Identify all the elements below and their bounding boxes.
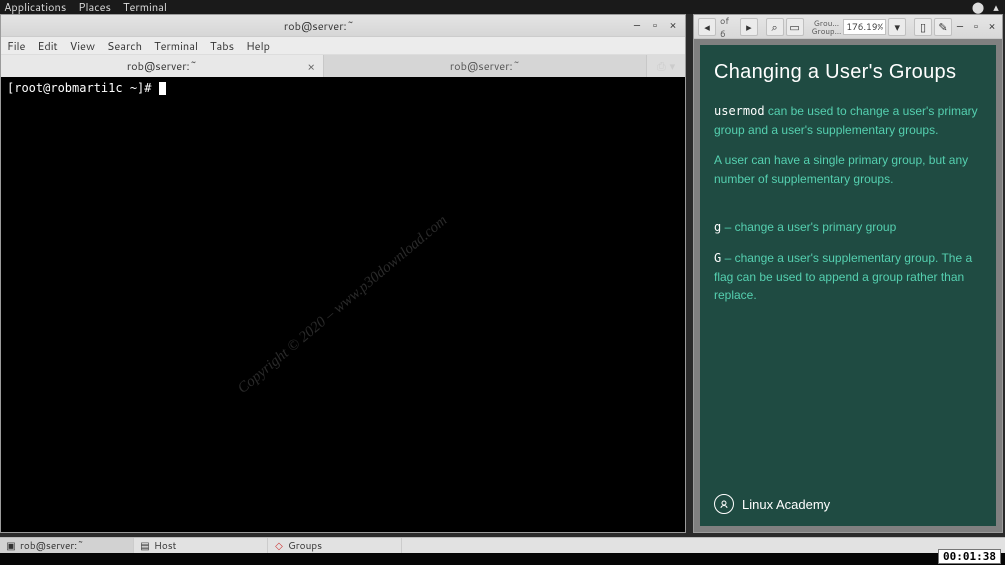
terminal-tab-2-label: rob@server:~ bbox=[450, 58, 520, 74]
taskbar-item-label: Groups bbox=[288, 539, 322, 553]
slide-paragraph-2: A user can have a single primary group, … bbox=[714, 151, 982, 188]
slide-paragraph-3: g – change a user's primary group bbox=[714, 218, 982, 237]
terminal-tab-2[interactable]: rob@server:~ bbox=[324, 55, 647, 77]
slide-paragraph-4: G – change a user's supplementary group.… bbox=[714, 249, 982, 305]
pdf-close-button[interactable]: × bbox=[986, 21, 998, 33]
zoom-dropdown[interactable]: ▾ bbox=[888, 18, 906, 36]
prompt-text: [root@robmarti1c ~]# bbox=[7, 81, 159, 95]
document-label: Grou… Group… bbox=[811, 19, 841, 35]
terminal-menubar: File Edit View Search Terminal Tabs Help bbox=[1, 37, 685, 55]
properties-button[interactable]: ▯ bbox=[914, 18, 932, 36]
places-menu[interactable]: Places bbox=[78, 0, 111, 15]
menu-help[interactable]: Help bbox=[246, 38, 270, 54]
cursor bbox=[159, 82, 166, 95]
maximize-button[interactable]: ▫ bbox=[649, 20, 661, 32]
applications-menu[interactable]: Applications bbox=[4, 0, 66, 15]
zoom-out-button[interactable]: ▭ bbox=[786, 18, 804, 36]
menu-terminal[interactable]: Terminal bbox=[154, 38, 198, 54]
terminal-launcher[interactable]: Terminal bbox=[123, 0, 167, 15]
printer-icon: ⎙ bbox=[657, 58, 666, 74]
desktop-area: rob@server:~ – ▫ × File Edit View Search… bbox=[0, 14, 1005, 537]
close-button[interactable]: × bbox=[667, 20, 679, 32]
video-control-strip bbox=[0, 553, 1005, 565]
menu-view[interactable]: View bbox=[70, 38, 95, 54]
nav-first-button[interactable]: ◂ bbox=[698, 18, 716, 36]
minimize-button[interactable]: – bbox=[631, 20, 643, 32]
slide-title: Changing a User's Groups bbox=[714, 61, 982, 84]
edit-button[interactable]: ✎ bbox=[934, 18, 952, 36]
close-icon[interactable]: × bbox=[307, 58, 315, 75]
terminal-window: rob@server:~ – ▫ × File Edit View Search… bbox=[0, 14, 686, 533]
menu-search[interactable]: Search bbox=[107, 38, 142, 54]
prompt-line: [root@robmarti1c ~]# bbox=[7, 81, 679, 95]
taskbar-item-label: Host bbox=[154, 539, 176, 553]
tray-icon-2[interactable]: ▴ bbox=[991, 2, 1001, 12]
chevron-down-icon: ▾ bbox=[670, 58, 676, 74]
search-icon: ⌕ bbox=[772, 19, 778, 35]
taskbar-item-label: rob@server:~ bbox=[20, 539, 84, 553]
taskbar-item-host[interactable]: ▤ Host bbox=[134, 538, 268, 553]
gnome-top-panel: Applications Places Terminal ⬤ ▴ bbox=[0, 0, 1005, 14]
zoom-field[interactable]: 176.19% bbox=[843, 19, 886, 35]
tray-icon-1[interactable]: ⬤ bbox=[973, 2, 983, 12]
pdf-toolbar: ◂ of 6 ▸ ⌕ ▭ Grou… Group… 176.19% ▾ ▯ ✎ … bbox=[694, 15, 1002, 39]
terminal-icon: ▣ bbox=[6, 541, 16, 551]
pdf-minimize-button[interactable]: – bbox=[954, 21, 966, 33]
slide: Changing a User's Groups usermod can be … bbox=[700, 45, 996, 526]
terminal-titlebar[interactable]: rob@server:~ – ▫ × bbox=[1, 15, 685, 37]
taskbar-item-terminal[interactable]: ▣ rob@server:~ bbox=[0, 538, 134, 553]
terminal-title: rob@server:~ bbox=[7, 18, 631, 34]
terminal-tabstrip: rob@server:~ × rob@server:~ ⎙ ▾ bbox=[1, 55, 685, 77]
watermark-text: Copyright © 2020 – www.p30download.com bbox=[235, 212, 451, 397]
terminal-body[interactable]: [root@robmarti1c ~]# Copyright © 2020 – … bbox=[1, 77, 685, 532]
brand-name: Linux Academy bbox=[742, 497, 830, 512]
pdf-icon: ◇ bbox=[274, 541, 284, 551]
nav-next-button[interactable]: ▸ bbox=[740, 18, 758, 36]
video-timer: 00:01:38 bbox=[938, 549, 1001, 564]
slide-footer: Linux Academy bbox=[714, 486, 982, 514]
page-indicator: of 6 bbox=[718, 14, 738, 40]
menu-file[interactable]: File bbox=[7, 38, 25, 54]
bottom-taskbar: ▣ rob@server:~ ▤ Host ◇ Groups bbox=[0, 537, 1005, 553]
new-tab-button[interactable]: ⎙ ▾ bbox=[647, 55, 685, 77]
pdf-maximize-button[interactable]: ▫ bbox=[970, 21, 982, 33]
taskbar-item-groups[interactable]: ◇ Groups bbox=[268, 538, 402, 553]
slide-paragraph-1: usermod can be used to change a user's p… bbox=[714, 102, 982, 139]
menu-edit[interactable]: Edit bbox=[37, 38, 57, 54]
pdf-viewer-window: ◂ of 6 ▸ ⌕ ▭ Grou… Group… 176.19% ▾ ▯ ✎ … bbox=[693, 14, 1003, 533]
host-icon: ▤ bbox=[140, 541, 150, 551]
linux-academy-logo-icon bbox=[714, 494, 734, 514]
terminal-tab-1[interactable]: rob@server:~ × bbox=[1, 55, 324, 77]
menu-tabs[interactable]: Tabs bbox=[210, 38, 234, 54]
zoom-fit-button[interactable]: ⌕ bbox=[766, 18, 784, 36]
pdf-body[interactable]: Changing a User's Groups usermod can be … bbox=[694, 39, 1002, 532]
terminal-tab-1-label: rob@server:~ bbox=[127, 58, 197, 74]
